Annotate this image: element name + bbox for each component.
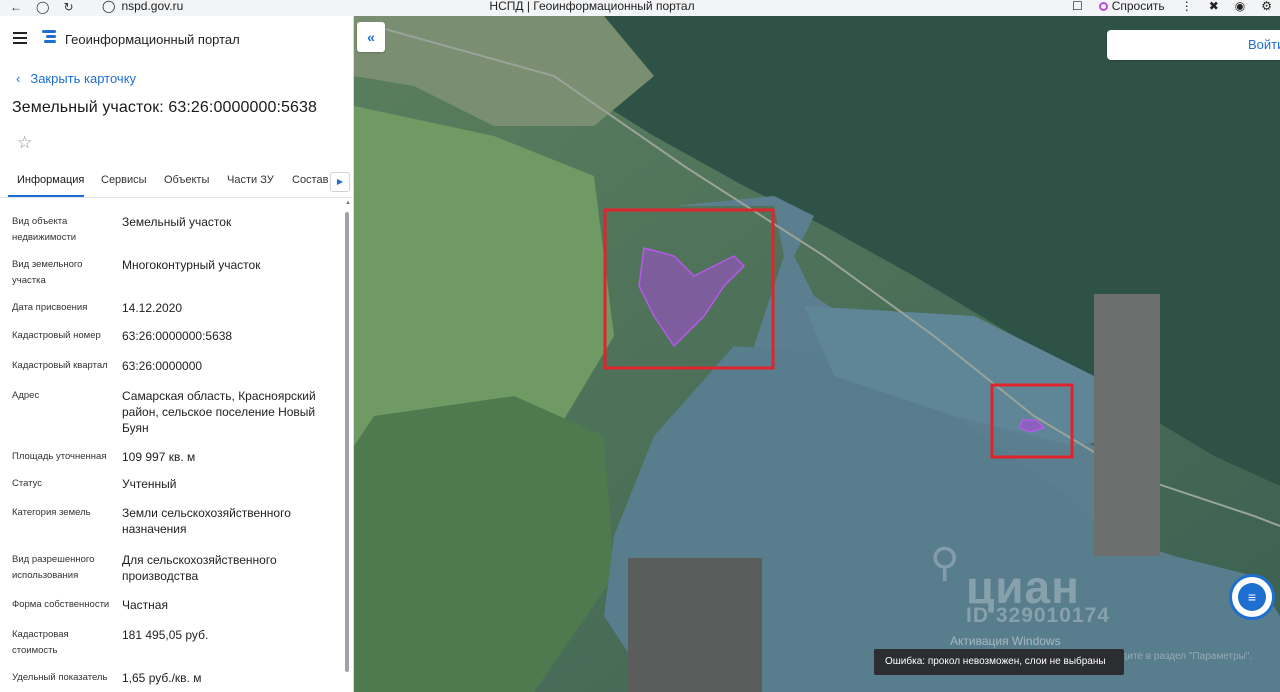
attribute-key: Удельный показатель (12, 672, 108, 683)
attribute-key: Кадастровый квартал (12, 360, 108, 371)
attribute-key: Форма собственности (12, 599, 110, 610)
attribute-value: Земли сельскохозяйственного назначения (122, 506, 291, 536)
scroll-up-arrow-icon[interactable]: ▲ (345, 200, 351, 206)
tab-services[interactable]: Сервисы (101, 174, 147, 186)
satellite-map[interactable] (354, 16, 1280, 692)
cian-pin-icon: ⚲ (930, 541, 960, 585)
attribute-key: Адрес (12, 390, 40, 401)
sidebar-scrollbar[interactable] (345, 212, 349, 672)
close-card-label: Закрыть карточку (30, 71, 137, 86)
hamburger-menu-icon[interactable] (13, 32, 27, 44)
attribute-value: 63:26:0000000 (122, 359, 203, 373)
tab-parts[interactable]: Части ЗУ (227, 174, 274, 186)
profile-icon[interactable]: ◉ (1235, 0, 1245, 12)
attribute-key: Вид объекта недвижимости (12, 216, 77, 243)
attribute-key: Кадастровый номер (12, 330, 101, 341)
tab-composition[interactable]: Состав (292, 174, 328, 186)
attribute-value: 14.12.2020 (122, 301, 183, 315)
attribute-value: Многоконтурный участок (122, 258, 261, 272)
attribute-key: Кадастровая стоимость (12, 629, 69, 656)
satellite-imagery (354, 16, 1280, 692)
collapse-panel-button[interactable]: « (357, 22, 385, 52)
tab-information[interactable]: Информация (17, 174, 84, 186)
browser-toolbar: ← ◯ ↻ ◯ nspd.gov.ru НСПД | Геоинформацио… (0, 0, 1280, 16)
close-card-link[interactable]: ‹ Закрыть карточку (16, 71, 136, 86)
portal-title: Геоинформационный портал (65, 32, 240, 47)
attribute-value: Земельный участок (122, 215, 232, 229)
attribute-value: 63:26:0000000:5638 (122, 329, 233, 343)
bookmark-icon[interactable]: ☐ (1072, 0, 1083, 12)
favorite-star-icon[interactable]: ☆ (17, 133, 32, 153)
active-tab-indicator (8, 195, 84, 197)
property-card-panel: Геоинформационный портал ‹ Закрыть карто… (0, 16, 354, 692)
attribute-key: Статус (12, 478, 43, 489)
attribute-value: Самарская область, Красноярский район, с… (122, 389, 316, 435)
ask-button[interactable]: Спросить (1098, 0, 1165, 13)
portal-header: Геоинформационный портал (0, 16, 353, 60)
settings-icon[interactable]: ⚙ (1261, 0, 1272, 12)
chat-icon: ≡ (1238, 583, 1266, 611)
attribute-key: Вид разрешенного использования (12, 554, 95, 581)
card-title: Земельный участок: 63:26:0000000:5638 (12, 99, 318, 116)
tabs-next-arrow-icon[interactable]: ▶ (330, 172, 350, 192)
login-button[interactable]: Войти (1107, 30, 1280, 60)
chevron-left-icon: ‹ (16, 71, 21, 86)
error-toast: Ошибка: прокол невозможен, слои не выбра… (874, 649, 1124, 675)
card-tabs: Информация Сервисы Объекты Части ЗУ Сост… (0, 168, 353, 198)
chat-button[interactable]: ≡ (1229, 574, 1275, 620)
attribute-key: Площадь уточненная (12, 451, 107, 462)
attribute-value: 1,65 руб./кв. м (122, 671, 202, 685)
attribute-value: 109 997 кв. м (122, 450, 196, 464)
extension-icon[interactable]: ✖ (1209, 0, 1219, 12)
ask-icon (1098, 1, 1108, 11)
ask-label: Спросить (1111, 0, 1165, 13)
windows-activation-title: Активация Windows (950, 634, 1061, 648)
portal-logo-icon (42, 30, 56, 46)
attribute-value: 181 495,05 руб. (122, 628, 209, 642)
attribute-value: Для сельскохозяйственного производства (122, 553, 277, 583)
menu-dots-icon[interactable]: ⋮ (1181, 0, 1193, 12)
attribute-key: Категория земель (12, 507, 91, 518)
attribute-key: Дата присвоения (12, 302, 88, 313)
attribute-key: Вид земельного участка (12, 259, 83, 286)
attribute-value: Частная (122, 598, 168, 612)
watermark-id: ID 329010174 (966, 604, 1110, 627)
browser-tab-title: НСПД | Геоинформационный портал (489, 0, 695, 13)
attribute-value: Учтенный (122, 477, 177, 491)
tab-objects[interactable]: Объекты (164, 174, 209, 186)
